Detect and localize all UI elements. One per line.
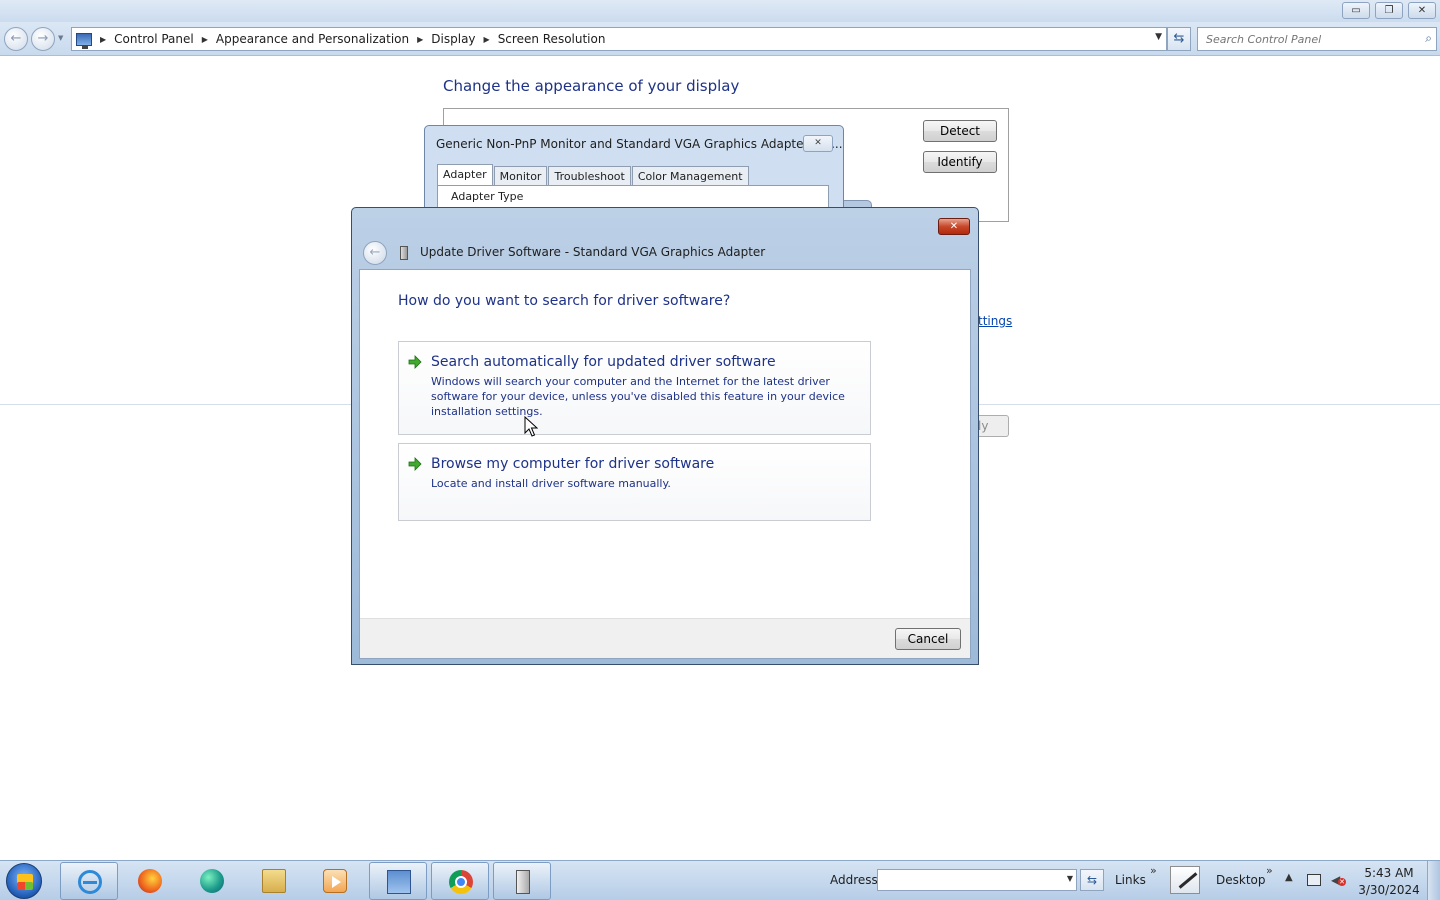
taskbar-internet-explorer[interactable] bbox=[60, 862, 118, 900]
search-box[interactable]: ⌕ bbox=[1197, 27, 1437, 51]
breadcrumb-arrow-icon[interactable]: ▶ bbox=[202, 35, 208, 44]
network-icon[interactable] bbox=[1307, 874, 1321, 886]
file-explorer-icon bbox=[262, 869, 286, 893]
search-icon[interactable]: ⌕ bbox=[1425, 31, 1432, 46]
start-button[interactable] bbox=[6, 863, 42, 899]
navigation-bar: ← → ▼ ▶ Control Panel ▶ Appearance and P… bbox=[0, 22, 1440, 56]
green-arrow-icon bbox=[408, 355, 422, 369]
go-icon: ⇆ bbox=[1086, 873, 1098, 887]
dialog-back-button[interactable]: ← bbox=[363, 241, 387, 265]
restore-button[interactable]: ❐ bbox=[1375, 2, 1403, 19]
properties-close-button[interactable]: ✕ bbox=[803, 135, 833, 152]
tab-color-management[interactable]: Color Management bbox=[631, 166, 749, 186]
address-dropdown-icon[interactable]: ▼ bbox=[1155, 32, 1162, 42]
dialog-title: Update Driver Software - Standard VGA Gr… bbox=[420, 245, 766, 259]
breadcrumb-arrow-icon[interactable]: ▶ bbox=[484, 35, 490, 44]
links-toolbar-label[interactable]: Links bbox=[1115, 873, 1146, 887]
taskbar-chrome[interactable] bbox=[431, 862, 489, 900]
links-chevron-icon[interactable]: » bbox=[1150, 864, 1157, 877]
clock-date[interactable]: 3/30/2024 bbox=[1352, 883, 1426, 897]
dialog-heading: How do you want to search for driver sof… bbox=[398, 293, 731, 309]
internet-explorer-icon bbox=[78, 870, 102, 894]
address-dropdown-icon[interactable]: ▼ bbox=[1067, 874, 1073, 883]
breadcrumb-arrow-icon[interactable]: ▶ bbox=[100, 35, 106, 44]
volume-muted-icon[interactable]: ◀ ✕ bbox=[1331, 873, 1346, 887]
address-toolbar-input[interactable]: ▼ bbox=[877, 869, 1077, 891]
dialog-close-button[interactable]: ✕ bbox=[938, 218, 970, 235]
breadcrumb-arrow-icon[interactable]: ▶ bbox=[417, 35, 423, 44]
option-title: Search automatically for updated driver … bbox=[431, 354, 776, 370]
taskbar-device-manager[interactable] bbox=[493, 862, 551, 900]
apply-button[interactable]: ly bbox=[978, 415, 1009, 437]
option-description: Windows will search your computer and th… bbox=[431, 375, 845, 418]
identify-button[interactable]: Identify bbox=[923, 151, 997, 173]
forward-button[interactable]: → bbox=[31, 27, 55, 51]
taskbar-address-input[interactable] bbox=[878, 870, 1058, 890]
page-title: Change the appearance of your display bbox=[443, 77, 740, 95]
dialog-footer: Cancel bbox=[360, 618, 970, 658]
device-icon bbox=[400, 246, 408, 260]
address-bar[interactable]: ▶ Control Panel ▶ Appearance and Persona… bbox=[71, 27, 1167, 51]
refresh-icon: ⇆ bbox=[1173, 31, 1185, 46]
close-window-button[interactable]: ✕ bbox=[1408, 2, 1436, 19]
advanced-settings-link[interactable]: ttings bbox=[978, 314, 1012, 328]
back-arrow-icon: ← bbox=[369, 245, 381, 260]
window-title-bar: ▭ ❐ ✕ bbox=[0, 0, 1440, 22]
windows-logo-icon bbox=[17, 874, 33, 890]
detect-button[interactable]: Detect bbox=[923, 120, 997, 142]
green-arrow-icon bbox=[408, 457, 422, 471]
breadcrumb-appearance[interactable]: Appearance and Personalization bbox=[216, 32, 409, 46]
address-go-button[interactable]: ⇆ bbox=[1080, 869, 1104, 891]
taskbar-firefox[interactable] bbox=[121, 862, 179, 900]
address-toolbar-label: Address bbox=[830, 873, 878, 887]
firefox-icon bbox=[138, 869, 162, 893]
dialog-content: How do you want to search for driver sof… bbox=[359, 269, 971, 659]
adapter-properties-dialog: Generic Non-PnP Monitor and Standard VGA… bbox=[424, 125, 844, 215]
clock-time[interactable]: 5:43 AM bbox=[1352, 866, 1426, 880]
taskbar-control-panel[interactable] bbox=[369, 862, 427, 900]
breadcrumb-screen-resolution[interactable]: Screen Resolution bbox=[498, 32, 606, 46]
back-arrow-icon: ← bbox=[10, 31, 22, 46]
breadcrumb-control-panel[interactable]: Control Panel bbox=[114, 32, 194, 46]
media-player-icon bbox=[323, 869, 347, 893]
tab-monitor[interactable]: Monitor bbox=[493, 166, 548, 186]
properties-tab-strip: Adapter Monitor Troubleshoot Color Manag… bbox=[437, 164, 750, 186]
browse-computer-option[interactable]: Browse my computer for driver software L… bbox=[398, 443, 871, 521]
mouse-cursor-icon bbox=[524, 416, 538, 437]
tab-troubleshoot[interactable]: Troubleshoot bbox=[548, 166, 631, 186]
option-title: Browse my computer for driver software bbox=[431, 456, 715, 472]
option-description: Locate and install driver software manua… bbox=[431, 477, 671, 490]
cancel-button[interactable]: Cancel bbox=[895, 628, 961, 650]
taskbar: Address ▼ ⇆ Links » Desktop » ▲ ◀ ✕ 5:43 … bbox=[0, 860, 1440, 900]
desktop-chevron-icon[interactable]: » bbox=[1266, 864, 1273, 877]
device-icon bbox=[516, 870, 530, 894]
refresh-button[interactable]: ⇆ bbox=[1167, 27, 1191, 51]
tab-adapter[interactable]: Adapter bbox=[437, 164, 493, 186]
breadcrumb: ▶ Control Panel ▶ Appearance and Persona… bbox=[76, 28, 605, 50]
control-panel-icon bbox=[387, 870, 411, 894]
taskbar-file-explorer[interactable] bbox=[245, 862, 303, 900]
adapter-type-group-label: Adapter Type bbox=[449, 190, 526, 203]
control-panel-icon bbox=[76, 32, 92, 49]
forward-arrow-icon: → bbox=[37, 31, 49, 46]
show-hidden-icons-icon[interactable]: ▲ bbox=[1285, 872, 1293, 883]
chrome-icon bbox=[449, 870, 473, 894]
pen-tool-icon[interactable] bbox=[1170, 866, 1200, 894]
update-driver-dialog: ✕ ← Update Driver Software - Standard VG… bbox=[351, 207, 979, 665]
desktop-toolbar-label[interactable]: Desktop bbox=[1216, 873, 1266, 887]
properties-dialog-title: Generic Non-PnP Monitor and Standard VGA… bbox=[436, 137, 843, 151]
taskbar-edge[interactable] bbox=[183, 862, 241, 900]
recent-pages-dropdown-icon[interactable]: ▼ bbox=[58, 34, 63, 42]
breadcrumb-display[interactable]: Display bbox=[431, 32, 475, 46]
search-automatically-option[interactable]: Search automatically for updated driver … bbox=[398, 341, 871, 435]
edge-icon bbox=[200, 869, 224, 893]
minimize-button[interactable]: ▭ bbox=[1342, 2, 1370, 19]
taskbar-media-player[interactable] bbox=[306, 862, 364, 900]
show-desktop-button[interactable] bbox=[1427, 861, 1440, 900]
back-button[interactable]: ← bbox=[4, 27, 28, 51]
search-input[interactable] bbox=[1198, 28, 1408, 50]
